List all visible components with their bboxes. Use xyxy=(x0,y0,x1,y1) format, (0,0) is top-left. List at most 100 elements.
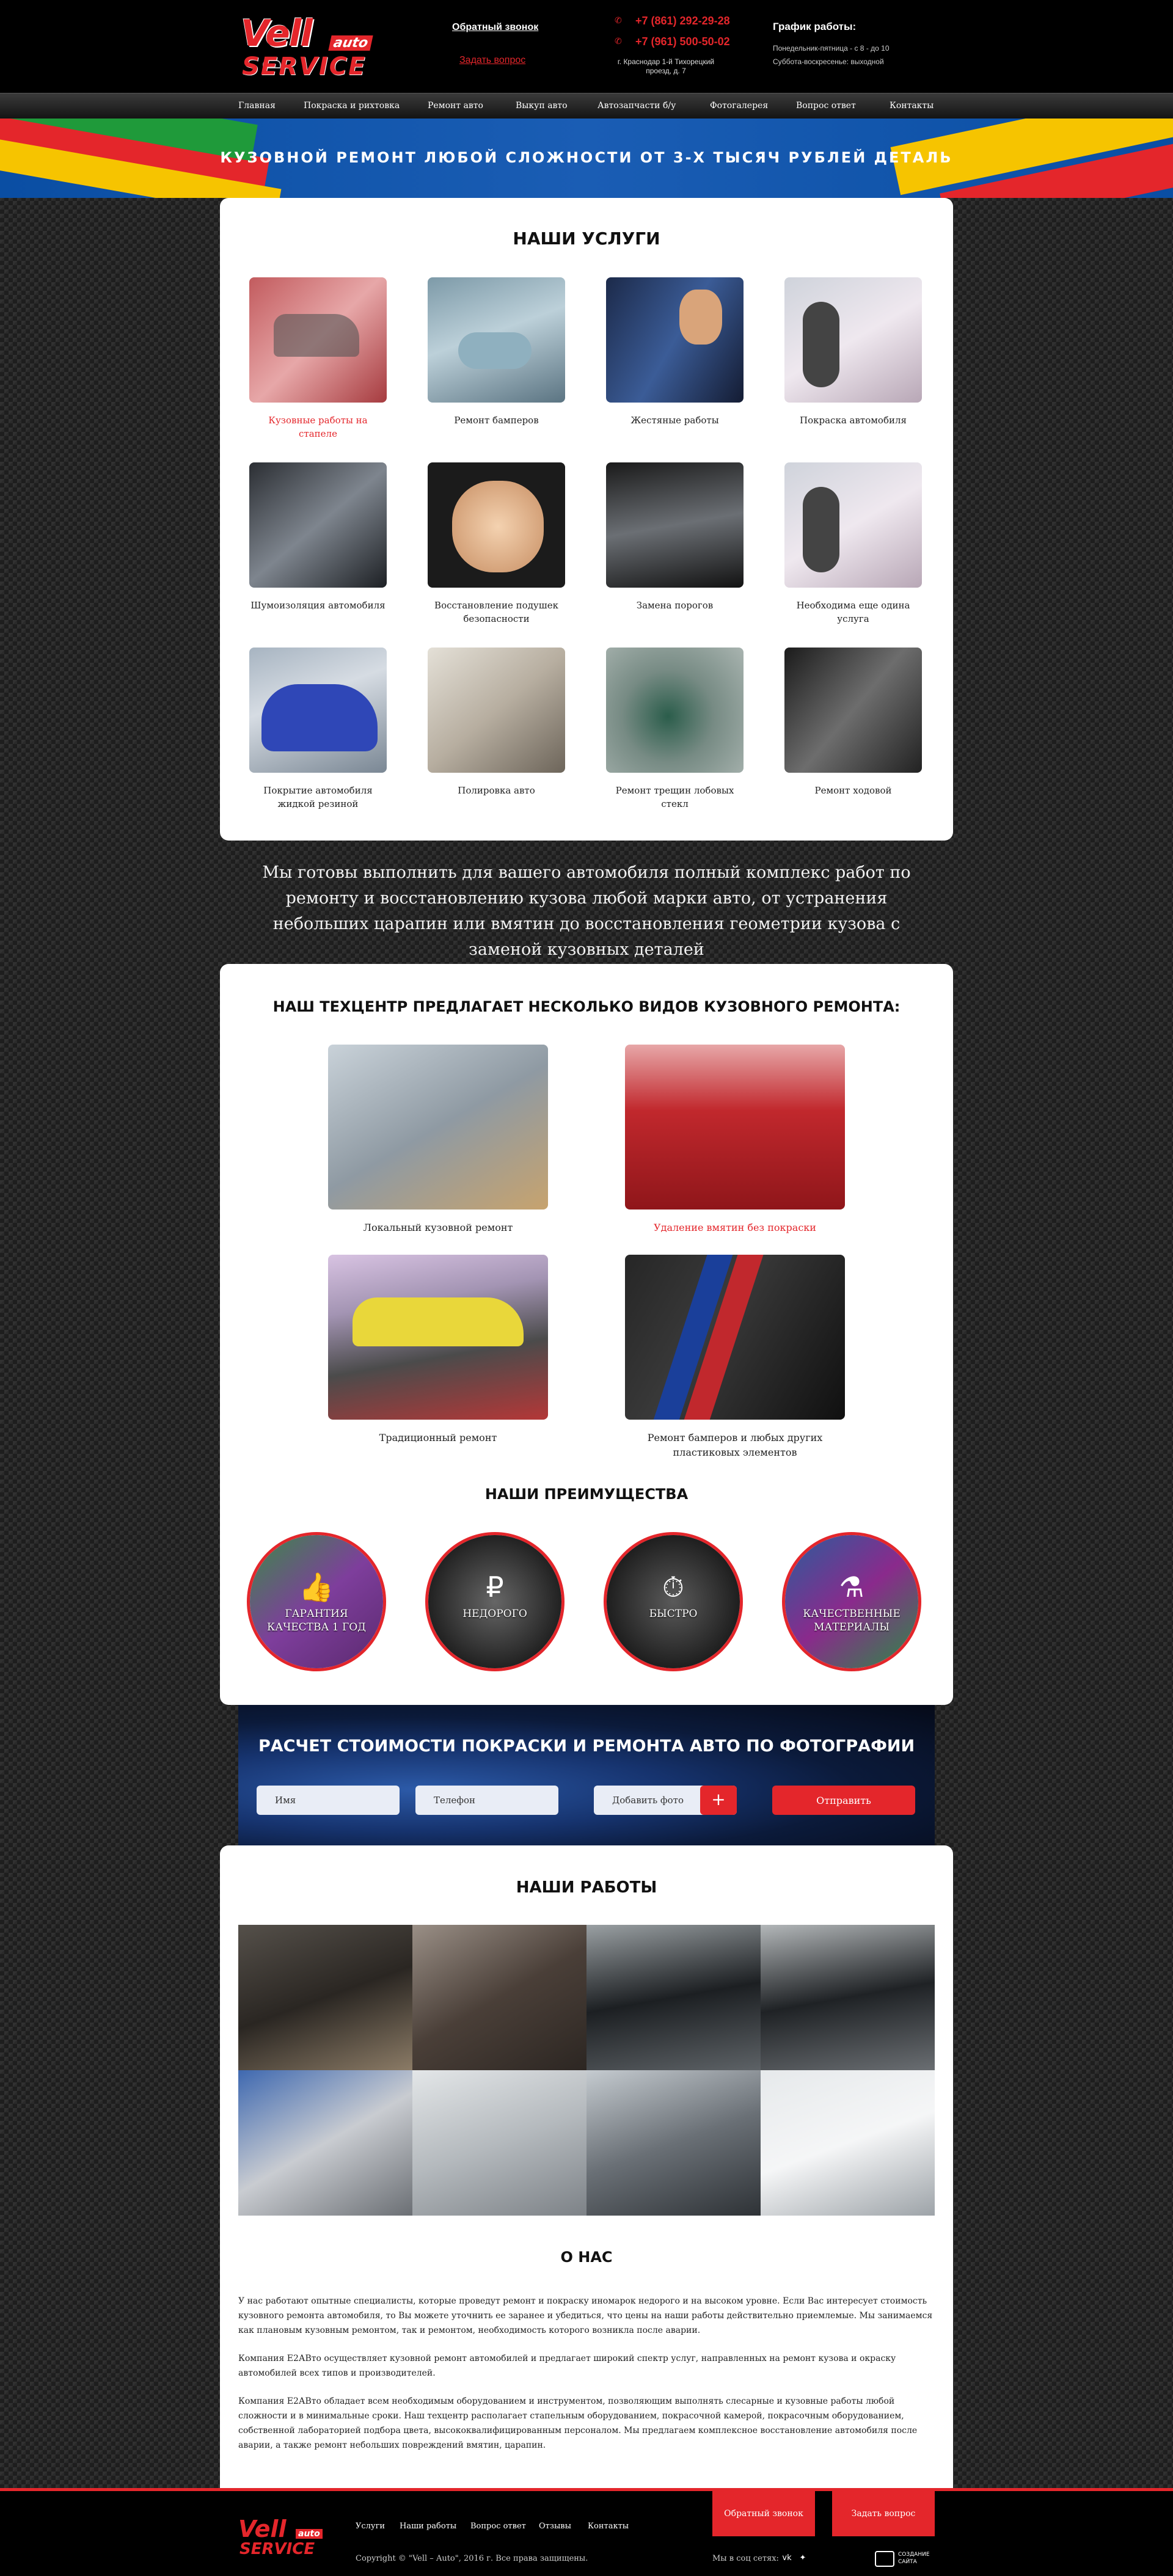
footer-question-button[interactable]: Задать вопрос xyxy=(832,2491,935,2536)
add-photo-label: Добавить фото xyxy=(612,1795,684,1806)
service-label: Покрытие автомобиля жидкой резиной xyxy=(263,785,373,809)
gallery-photo[interactable] xyxy=(238,2070,412,2216)
copyright: Copyright © "Vell – Auto", 2016 г. Все п… xyxy=(356,2554,588,2563)
service-label: Полировка авто xyxy=(458,785,535,796)
service-label: Ремонт бамперов xyxy=(454,415,539,426)
footer-link-services[interactable]: Услуги xyxy=(356,2522,385,2531)
developer-logo[interactable]: СОЗДАНИЕ САЙТА xyxy=(875,2551,942,2567)
repair-card: НАШ ТЕХЦЕНТР ПРЕДЛАГАЕТ НЕСКОЛЬКО ВИДОВ … xyxy=(220,964,953,1705)
schedule-weekend: Суббота-воскресенье: выходной xyxy=(773,57,884,66)
gallery-photo[interactable] xyxy=(586,1925,761,2070)
phone-1[interactable]: +7 (861) 292-29-28 xyxy=(635,15,730,27)
service-item[interactable]: Ремонт бамперов xyxy=(428,277,565,427)
service-label: Восстановление подушек безопасности xyxy=(434,600,558,624)
nav-item-faq[interactable]: Вопрос ответ xyxy=(796,101,856,111)
service-item[interactable]: Жестяные работы xyxy=(606,277,744,427)
advantage-item: ⚗ КАЧЕСТВЕННЫЕ МАТЕРИАЛЫ xyxy=(782,1532,921,1671)
logo-auto: auto xyxy=(328,35,373,51)
callback-link[interactable]: Обратный звонок xyxy=(452,22,538,33)
address: г. Краснодар 1-й Тихорецкий проезд, д. 7 xyxy=(617,57,715,75)
banner-headline: КУЗОВНОЙ РЕМОНТ ЛЮБОЙ СЛОЖНОСТИ ОТ 3-Х Т… xyxy=(220,149,953,166)
logo-vell: Vell xyxy=(241,12,313,55)
footer-logo-vell: Vell xyxy=(238,2516,287,2542)
advantage-label: КАЧЕСТВЕННЫЕ МАТЕРИАЛЫ xyxy=(803,1608,901,1633)
service-item[interactable]: Покраска автомобиля xyxy=(784,277,922,427)
nav-item-contacts[interactable]: Контакты xyxy=(890,101,934,111)
plus-icon[interactable]: + xyxy=(700,1786,737,1815)
footer-callback-button[interactable]: Обратный звонок xyxy=(712,2491,815,2536)
repair-item[interactable]: Локальный кузовной ремонт xyxy=(328,1045,548,1235)
about-title: О НАС xyxy=(560,2249,613,2266)
social-label: Мы в соц сетях: xyxy=(712,2554,779,2563)
service-label: Замена порогов xyxy=(636,600,714,611)
estimate-form: РАСЧЕТ СТОИМОСТИ ПОКРАСКИ И РЕМОНТА АВТО… xyxy=(238,1705,935,1845)
service-item[interactable]: Ремонт трещин лобовых стекл xyxy=(606,648,744,811)
ask-question-link[interactable]: Задать вопрос xyxy=(459,55,525,66)
advantage-label: ГАРАНТИЯ КАЧЕСТВА 1 ГОД xyxy=(267,1608,366,1633)
advantage-item: 👍 ГАРАНТИЯ КАЧЕСТВА 1 ГОД xyxy=(247,1532,386,1671)
gallery-photo[interactable] xyxy=(586,2070,761,2216)
service-item[interactable]: Шумоизоляция автомобиля xyxy=(249,462,387,612)
phone-input[interactable] xyxy=(415,1786,558,1815)
about-paragraph: У нас работают опытные специалисты, кото… xyxy=(238,2296,933,2335)
schedule-title: График работы: xyxy=(773,21,857,32)
repair-item[interactable]: Удаление вмятин без покраски xyxy=(625,1045,845,1235)
nav-item-parts[interactable]: Автозапчасти б/у xyxy=(597,101,676,111)
nav-item-gallery[interactable]: Фотогалерея xyxy=(710,101,768,111)
submit-button[interactable]: Отправить xyxy=(772,1786,915,1815)
vk-icon[interactable]: vk xyxy=(781,2552,793,2564)
nav-item-repair[interactable]: Ремонт авто xyxy=(428,101,483,111)
logo-service: SERVICE xyxy=(242,53,367,81)
name-input[interactable] xyxy=(257,1786,400,1815)
works-card: НАШИ РАБОТЫ О НАС xyxy=(220,1845,953,2488)
gallery-photo[interactable] xyxy=(412,2070,586,2216)
advantage-item: ₽ НЕДОРОГО xyxy=(425,1532,565,1671)
schedule-weekdays: Понедельник-пятница - с 8 - до 10 xyxy=(773,44,890,53)
service-item[interactable]: Восстановление подушек безопасности xyxy=(428,462,565,626)
footer-logo[interactable]: Vell auto SERVICE xyxy=(238,2516,342,2558)
service-label: Кузовные работы на стапеле xyxy=(268,415,368,439)
phone-2[interactable]: +7 (961) 500-50-02 xyxy=(635,35,730,48)
service-label: Жестяные работы xyxy=(630,415,719,426)
repair-label: Ремонт бамперов и любых других пластиков… xyxy=(647,1432,823,1458)
service-item[interactable]: Замена порогов xyxy=(606,462,744,612)
service-item[interactable]: Кузовные работы на стапеле xyxy=(249,277,387,440)
phone-icon: ✆ xyxy=(615,37,622,46)
gallery-photo[interactable] xyxy=(761,2070,935,2216)
add-photo-field[interactable]: Добавить фото + xyxy=(594,1786,737,1815)
service-item[interactable]: Ремонт ходовой xyxy=(784,648,922,797)
footer-link-works[interactable]: Наши работы xyxy=(400,2522,456,2531)
footer-logo-auto: auto xyxy=(296,2529,323,2539)
service-item[interactable]: Необходима еще одина услуга xyxy=(784,462,922,626)
phone-icon: ✆ xyxy=(615,16,622,26)
nav-item-painting[interactable]: Покраска и рихтовка xyxy=(304,101,400,111)
service-item[interactable]: Полировка авто xyxy=(428,648,565,797)
ruble-icon: ₽ xyxy=(486,1571,504,1604)
footer-link-contacts[interactable]: Контакты xyxy=(588,2522,629,2531)
gallery-photo[interactable] xyxy=(761,1925,935,2070)
gallery-photo[interactable] xyxy=(412,1925,586,2070)
estimate-title: РАСЧЕТ СТОИМОСТИ ПОКРАСКИ И РЕМОНТА АВТО… xyxy=(258,1737,915,1756)
stopwatch-icon: ⏱ xyxy=(662,1571,684,1604)
nav-item-buyout[interactable]: Выкуп авто xyxy=(516,101,568,111)
about-paragraph: Компания Е2АВто осуществляет кузовной ре… xyxy=(238,2354,896,2378)
footer-link-faq[interactable]: Вопрос ответ xyxy=(470,2522,526,2531)
twitter-icon[interactable]: ✦ xyxy=(797,2552,809,2564)
repair-item[interactable]: Традиционный ремонт xyxy=(328,1255,548,1445)
service-label: Ремонт трещин лобовых стекл xyxy=(615,785,734,809)
about-paragraph: Компания Е2АВто обладает всем необходимы… xyxy=(238,2396,918,2450)
slogan-text: Мы готовы выполнить для вашего автомобил… xyxy=(262,863,911,959)
promo-banner: КУЗОВНОЙ РЕМОНТ ЛЮБОЙ СЛОЖНОСТИ ОТ 3-Х Т… xyxy=(0,119,1173,198)
footer-logo-service: SERVICE xyxy=(239,2540,315,2558)
service-label: Шумоизоляция автомобиля xyxy=(250,600,386,611)
service-label: Ремонт ходовой xyxy=(814,785,892,796)
repair-item[interactable]: Ремонт бамперов и любых других пластиков… xyxy=(625,1255,845,1460)
service-label: Необходима еще одина услуга xyxy=(796,600,910,624)
advantage-item: ⏱ БЫСТРО xyxy=(604,1532,743,1671)
service-item[interactable]: Покрытие автомобиля жидкой резиной xyxy=(249,648,387,811)
repair-label: Удаление вмятин без покраски xyxy=(654,1222,816,1233)
footer-link-reviews[interactable]: Отзывы xyxy=(539,2522,571,2531)
logo[interactable]: Vell auto SERVICE xyxy=(238,12,397,81)
nav-item-home[interactable]: Главная xyxy=(238,101,276,111)
gallery-photo[interactable] xyxy=(238,1925,412,2070)
